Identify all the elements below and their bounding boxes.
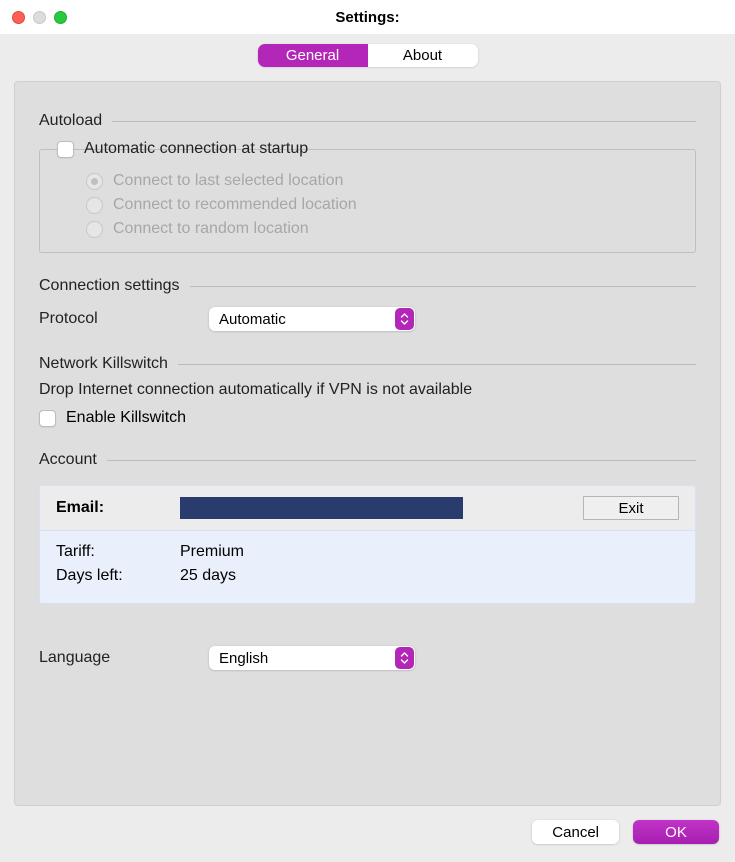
protocol-label: Protocol [39, 310, 189, 328]
radio-label: Connect to random location [113, 220, 309, 238]
section-killswitch: Network Killswitch Drop Internet connect… [39, 355, 696, 427]
killswitch-checkbox[interactable] [39, 410, 56, 427]
section-title-connection: Connection settings [39, 277, 180, 295]
radio-row: Connect to last selected location [86, 172, 675, 190]
maximize-window-button[interactable] [54, 11, 67, 24]
radio-last-location [86, 173, 103, 190]
account-body: Tariff: Premium Days left: 25 days [40, 531, 695, 603]
exit-button[interactable]: Exit [583, 496, 679, 520]
titlebar: Settings: [0, 0, 735, 34]
close-window-button[interactable] [12, 11, 25, 24]
tab-about[interactable]: About [368, 44, 478, 67]
footer-buttons: Cancel OK [14, 806, 721, 848]
killswitch-description: Drop Internet connection automatically i… [39, 381, 696, 399]
section-autoload: Autoload Automatic connection at startup… [39, 112, 696, 253]
radio-row: Connect to random location [86, 220, 675, 238]
daysleft-label: Days left: [56, 567, 166, 585]
language-select[interactable]: English [209, 646, 415, 670]
protocol-select-value: Automatic [219, 311, 286, 328]
tariff-value: Premium [180, 543, 244, 561]
divider [178, 364, 696, 365]
divider [190, 286, 696, 287]
divider [112, 121, 696, 122]
account-card: Email: Exit Tariff: Premium Days left: 2… [39, 485, 696, 604]
radio-row: Connect to recommended location [86, 196, 675, 214]
content-area: General About Autoload Automatic connect… [0, 34, 735, 862]
section-language: Language English [39, 628, 696, 670]
divider [107, 460, 696, 461]
tariff-label: Tariff: [56, 543, 166, 561]
section-title-autoload: Autoload [39, 112, 102, 130]
section-title-account: Account [39, 451, 97, 469]
chevron-up-down-icon [395, 647, 414, 669]
radio-label: Connect to recommended location [113, 196, 357, 214]
window-title: Settings: [0, 9, 735, 26]
tabs: General About [14, 34, 721, 71]
autoload-checkbox[interactable] [57, 141, 74, 158]
section-connection: Connection settings Protocol Automatic [39, 277, 696, 331]
segmented-control: General About [258, 44, 478, 67]
cancel-button[interactable]: Cancel [532, 820, 619, 844]
daysleft-value: 25 days [180, 567, 236, 585]
settings-panel: Autoload Automatic connection at startup… [14, 81, 721, 806]
protocol-select[interactable]: Automatic [209, 307, 415, 331]
ok-button[interactable]: OK [633, 820, 719, 844]
section-title-killswitch: Network Killswitch [39, 355, 168, 373]
radio-random-location [86, 221, 103, 238]
autoload-checkbox-label: Automatic connection at startup [84, 140, 308, 158]
email-label: Email: [56, 499, 166, 517]
autoload-options-frame: Connect to last selected location Connec… [39, 149, 696, 253]
traffic-lights [12, 11, 67, 24]
chevron-up-down-icon [395, 308, 414, 330]
email-value [180, 497, 463, 519]
minimize-window-button [33, 11, 46, 24]
language-label: Language [39, 649, 189, 667]
tab-general[interactable]: General [258, 44, 368, 67]
account-header-row: Email: Exit [40, 486, 695, 531]
radio-label: Connect to last selected location [113, 172, 343, 190]
radio-recommended-location [86, 197, 103, 214]
section-account: Account Email: Exit Tariff: Premium Days… [39, 451, 696, 604]
killswitch-checkbox-label: Enable Killswitch [66, 409, 186, 427]
language-select-value: English [219, 650, 268, 667]
